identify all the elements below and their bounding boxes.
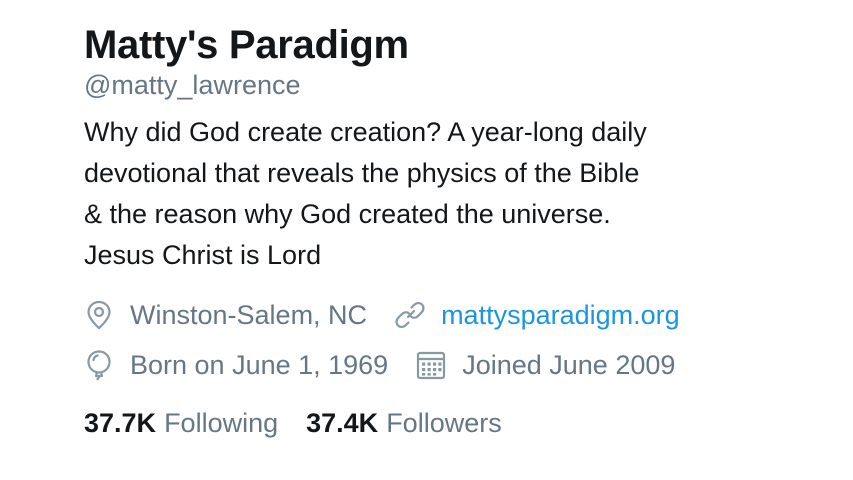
birthday-text: Born on June 1, 1969: [130, 350, 389, 380]
followers-label: Followers: [386, 408, 502, 438]
followers-count: 37.4K: [306, 408, 379, 438]
joined-text: Joined June 2009: [462, 350, 676, 380]
display-name: Matty's Paradigm: [84, 23, 409, 67]
joined-item: Joined June 2009: [416, 348, 675, 382]
followers-stat[interactable]: 37.4K Followers: [306, 406, 502, 440]
profile-bio: Why did God create creation? A year-long…: [84, 112, 824, 276]
bio-line: Why did God create creation? A year-long…: [84, 117, 647, 147]
profile-meta-row: Born on June 1, 1969 Joined June 2009: [84, 348, 824, 382]
location-item: Winston-Salem, NC: [84, 298, 367, 332]
profile-handle[interactable]: @matty_lawrence: [84, 68, 824, 102]
profile-header: Matty's Paradigm @matty_lawrence Why did…: [84, 22, 824, 440]
calendar-icon: [416, 348, 446, 382]
bio-line: Jesus Christ is Lord: [84, 240, 322, 270]
bio-line: & the reason why God created the univers…: [84, 199, 611, 229]
website-item: mattysparadigm.org: [395, 298, 680, 332]
balloon-icon: [84, 348, 114, 382]
bio-line: devotional that reveals the physics of t…: [84, 158, 640, 188]
location-text: Winston-Salem, NC: [130, 300, 368, 330]
link-icon: [395, 298, 425, 332]
following-stat[interactable]: 37.7K Following: [84, 406, 278, 440]
birthday-item: Born on June 1, 1969: [84, 348, 388, 382]
profile-stats: 37.7K Following 37.4K Followers: [84, 406, 824, 440]
map-pin-icon: [84, 298, 114, 332]
following-count: 37.7K: [84, 408, 157, 438]
website-link[interactable]: mattysparadigm.org: [441, 298, 680, 332]
following-label: Following: [164, 408, 279, 438]
profile-meta-row: Winston-Salem, NC mattysparadigm.org: [84, 298, 824, 332]
